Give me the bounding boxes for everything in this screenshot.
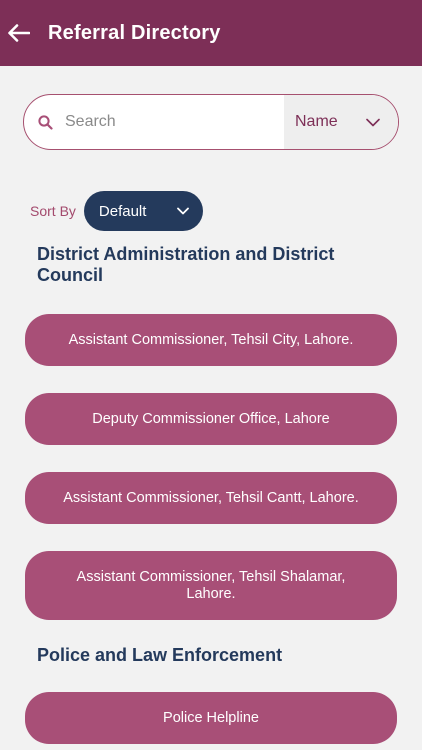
directory-item-dc-office[interactable]: Deputy Commissioner Office, Lahore (25, 393, 397, 445)
directory-item-police-helpline[interactable]: Police Helpline (25, 692, 397, 744)
sort-value: Default (98, 202, 147, 220)
back-button[interactable] (4, 18, 34, 48)
chevron-down-icon (177, 207, 189, 215)
chevron-down-icon (366, 118, 380, 126)
search-input[interactable] (63, 112, 257, 132)
search-bar: Name (23, 94, 399, 150)
directory-item-ac-tehsil-city[interactable]: Assistant Commissioner, Tehsil City, Lah… (25, 314, 397, 366)
sort-label: Sort By (30, 203, 76, 219)
sort-row: Sort By Default (30, 190, 203, 232)
search-filter-value: Name (295, 113, 338, 130)
section-title-police: Police and Law Enforcement (37, 645, 283, 665)
arrow-left-icon (8, 24, 30, 42)
search-field-area[interactable] (24, 95, 284, 149)
page-title: Referral Directory (48, 21, 221, 44)
search-filter-dropdown[interactable]: Name (284, 95, 398, 149)
directory-item-ac-tehsil-shalamar[interactable]: Assistant Commissioner, Tehsil Shalamar,… (25, 551, 397, 620)
directory-item-ac-tehsil-cantt[interactable]: Assistant Commissioner, Tehsil Cantt, La… (25, 472, 397, 524)
sort-dropdown[interactable]: Default (83, 191, 203, 231)
app-bar: Referral Directory (0, 0, 422, 66)
search-icon (38, 114, 53, 130)
section-title-district-administration: District Administration and District Cou… (37, 244, 335, 285)
